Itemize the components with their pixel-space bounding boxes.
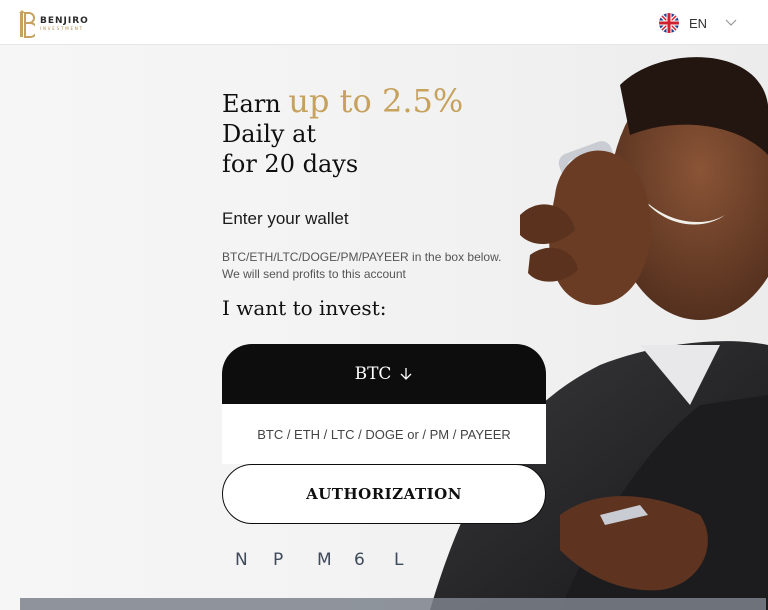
captcha-char: L [394,550,404,570]
wallet-description: BTC/ETH/LTC/DOGE/PM/PAYEER in the box be… [222,249,562,283]
invest-title: I want to invest: [222,296,387,320]
hero-daily: Daily at [222,120,317,148]
language-selector[interactable]: EN [659,13,737,33]
language-code: EN [689,15,708,31]
captcha-char: N [235,550,248,570]
captcha-char: M [317,550,332,570]
hero-earn: Earn [222,90,281,118]
wallet-title: Enter your wallet [222,209,349,228]
captcha-char: P [273,550,284,570]
invest-form: BTC AUTHORIZATION [222,344,546,524]
bottom-bar [20,598,766,610]
wallet-desc-line1: BTC/ETH/LTC/DOGE/PM/PAYEER in the box be… [222,250,502,264]
currency-select[interactable]: BTC [222,344,546,404]
authorization-button[interactable]: AUTHORIZATION [222,464,546,524]
wallet-desc-line2: We will send profits to this account [222,267,406,281]
hero-title: Earn up to 2.5% Daily at for 20 days [222,85,463,179]
chevron-down-icon [725,19,737,26]
arrow-down-icon [400,368,412,380]
captcha-char: 6 [354,550,365,570]
site-header: BENJIRO INVESTMENT EN [0,0,768,45]
currency-label: BTC [354,364,392,384]
wallet-input[interactable] [222,404,546,464]
hero-duration: for 20 days [222,150,359,178]
logo-mark-icon [19,10,35,38]
uk-flag-icon [659,13,679,33]
logo-name: BENJIRO [40,16,89,26]
logo-subtitle: INVESTMENT [40,26,84,31]
logo[interactable]: BENJIRO INVESTMENT [19,9,89,39]
hero-rate: up to 2.5% [288,82,464,120]
